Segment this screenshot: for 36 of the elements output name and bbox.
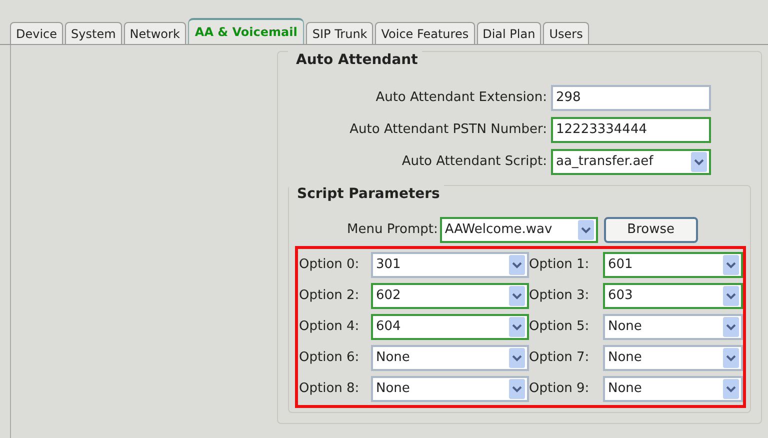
dropdown[interactable]: None xyxy=(371,345,529,371)
browse-button[interactable]: Browse xyxy=(604,217,698,243)
dropdown[interactable]: 604 xyxy=(371,314,529,340)
option-label: Option 0: xyxy=(299,256,360,274)
dropdown[interactable]: None xyxy=(371,376,529,402)
field-label: Auto Attendant PSTN Number: xyxy=(350,121,547,140)
dropdown[interactable]: AAWelcome.wav xyxy=(440,217,598,243)
tab[interactable]: Dial Plan xyxy=(476,22,542,44)
option-label: Option 8: xyxy=(299,380,360,398)
input-field[interactable]: 298 xyxy=(551,85,711,111)
tab[interactable]: Users xyxy=(543,22,589,44)
dropdown[interactable]: None xyxy=(603,314,743,340)
tab[interactable]: Network xyxy=(124,22,186,44)
field-label: Auto Attendant Script: xyxy=(402,153,547,172)
option-label: Option 9: xyxy=(529,380,590,398)
option-label: Option 3: xyxy=(529,287,590,306)
option-label: Option 1: xyxy=(529,256,590,274)
tab[interactable]: Device xyxy=(10,22,64,44)
input-field[interactable]: 12223334444 xyxy=(551,117,711,143)
option-label: Option 4: xyxy=(299,318,360,336)
dropdown[interactable]: 301 xyxy=(371,252,529,278)
field-label: Menu Prompt: xyxy=(347,221,438,240)
option-label: Option 6: xyxy=(299,349,360,368)
option-label: Option 2: xyxy=(299,287,360,306)
tab[interactable]: SIP Trunk xyxy=(306,22,374,44)
dropdown[interactable]: 603 xyxy=(603,283,743,309)
option-label: Option 7: xyxy=(529,349,590,368)
option-label: Option 5: xyxy=(529,318,590,336)
dropdown[interactable]: 601 xyxy=(603,252,743,278)
tab[interactable]: Voice Features xyxy=(375,22,475,44)
field-label: Auto Attendant Extension: xyxy=(376,89,547,108)
dropdown[interactable]: None xyxy=(603,376,743,402)
dropdown[interactable]: 602 xyxy=(371,283,529,309)
dropdown[interactable]: None xyxy=(603,345,743,371)
dropdown[interactable]: aa_transfer.aef xyxy=(551,149,711,175)
tab[interactable]: System xyxy=(65,22,122,44)
